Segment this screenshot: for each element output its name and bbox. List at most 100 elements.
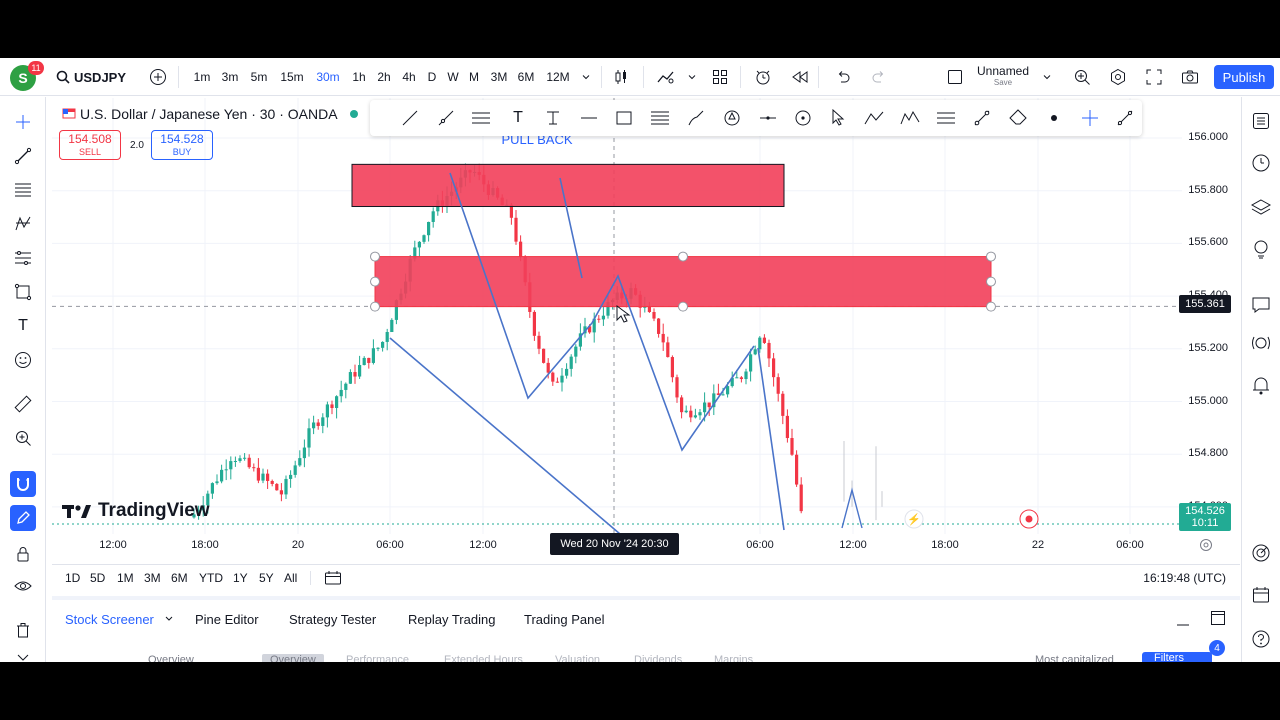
symbol-search[interactable]: USDJPY xyxy=(56,66,126,88)
tab-stock-screener[interactable]: Stock Screener xyxy=(65,612,154,627)
streams-icon[interactable] xyxy=(1249,331,1273,355)
chevron-down-icon[interactable] xyxy=(682,67,702,87)
range-5y[interactable]: 5Y xyxy=(259,571,274,585)
buy-button[interactable]: 154.528 BUY xyxy=(151,130,213,160)
utc-clock[interactable]: 16:19:48 (UTC) xyxy=(1143,571,1226,585)
subtab-overview[interactable]: Overview xyxy=(262,654,324,662)
anchored-text-icon[interactable] xyxy=(543,108,563,128)
brush-icon[interactable] xyxy=(686,108,706,128)
magnet-icon[interactable] xyxy=(10,471,36,497)
text-tool-icon[interactable]: T xyxy=(508,108,528,128)
lines-menu-icon[interactable] xyxy=(936,108,956,128)
rectangle-icon[interactable] xyxy=(614,108,634,128)
quick-search-icon[interactable] xyxy=(1072,67,1092,87)
pattern-icon[interactable] xyxy=(10,211,36,237)
range-5d[interactable]: 5D xyxy=(90,571,105,585)
timeframe-3m[interactable]: 3m xyxy=(220,67,240,87)
crosshair-tool-icon[interactable] xyxy=(1080,108,1100,128)
chevron-down-icon[interactable] xyxy=(10,645,36,662)
settings-icon[interactable] xyxy=(1108,67,1128,87)
range-1m[interactable]: 1M xyxy=(117,571,134,585)
publish-button[interactable]: Publish xyxy=(1214,65,1274,89)
sort-select[interactable]: Most capitalized xyxy=(1035,654,1114,662)
timeframe-d[interactable]: D xyxy=(425,67,439,87)
forecast-icon[interactable] xyxy=(10,245,36,271)
undo-icon[interactable] xyxy=(833,67,853,87)
alert-clock-icon[interactable] xyxy=(753,67,773,87)
timeframe-3m-month[interactable]: 3M xyxy=(488,67,510,87)
tab-pine-editor[interactable]: Pine Editor xyxy=(195,612,259,627)
timeframe-6m-month[interactable]: 6M xyxy=(515,67,537,87)
trash-icon[interactable] xyxy=(10,617,36,643)
layers-icon[interactable] xyxy=(1249,195,1273,219)
watchlist-icon[interactable] xyxy=(1249,109,1273,133)
draw-line-icon[interactable] xyxy=(1115,108,1135,128)
replay-icon[interactable] xyxy=(790,67,810,87)
circle-tool-icon[interactable] xyxy=(793,108,813,128)
timeframe-30m[interactable]: 30m xyxy=(315,67,341,87)
subtab-performance[interactable]: Performance xyxy=(346,654,409,662)
camera-icon[interactable] xyxy=(1180,67,1200,87)
subtab-extended-hours[interactable]: Extended Hours xyxy=(444,654,523,662)
long-position-icon[interactable] xyxy=(722,108,742,128)
candle-type-icon[interactable] xyxy=(611,67,631,87)
timeframe-5m[interactable]: 5m xyxy=(249,67,269,87)
time-axis-settings-icon[interactable] xyxy=(1199,538,1213,555)
chevron-down-icon[interactable] xyxy=(576,67,596,87)
maximize-icon[interactable] xyxy=(1210,610,1226,629)
fullscreen-icon[interactable] xyxy=(1144,67,1164,87)
price-chart[interactable]: PULL BACK⚡ xyxy=(52,98,1182,558)
timeframe-12m[interactable]: 12M xyxy=(544,67,572,87)
ideas-icon[interactable] xyxy=(1249,237,1273,261)
tab-strategy-tester[interactable]: Strategy Tester xyxy=(289,612,376,627)
layout-checkbox-icon[interactable] xyxy=(945,67,965,87)
timeframe-15m[interactable]: 15m xyxy=(279,67,305,87)
timeframe-1m[interactable]: 1m xyxy=(192,67,212,87)
target-icon[interactable] xyxy=(1249,541,1273,565)
sell-button[interactable]: 154.508 SELL xyxy=(59,130,121,160)
ruler-icon[interactable] xyxy=(10,391,36,417)
trend-line-icon[interactable] xyxy=(400,108,420,128)
notifications-bell-icon[interactable] xyxy=(1249,373,1273,397)
measure-icon[interactable] xyxy=(972,108,992,128)
stay-in-drawing-mode-icon[interactable] xyxy=(10,505,36,531)
subtab-dividends[interactable]: Dividends xyxy=(634,654,682,662)
indicators-icon[interactable] xyxy=(656,67,676,87)
range-ytd[interactable]: YTD xyxy=(199,571,223,585)
chevron-down-icon[interactable] xyxy=(164,613,174,627)
elliott-wave-icon[interactable] xyxy=(900,108,920,128)
timeframe-m[interactable]: M xyxy=(467,67,481,87)
range-all[interactable]: All xyxy=(284,571,297,585)
alerts-clock-icon[interactable] xyxy=(1249,151,1273,175)
chevron-down-icon[interactable] xyxy=(1037,67,1057,87)
range-6m[interactable]: 6M xyxy=(171,571,188,585)
crosshair-icon[interactable] xyxy=(10,109,36,135)
range-1d[interactable]: 1D xyxy=(65,571,80,585)
redo-icon[interactable] xyxy=(869,67,889,87)
chat-icon[interactable] xyxy=(1249,293,1273,317)
tab-trading-panel[interactable]: Trading Panel xyxy=(524,612,604,627)
fib-icon[interactable] xyxy=(650,108,670,128)
templates-icon[interactable] xyxy=(710,67,730,87)
arrow-line-icon[interactable] xyxy=(758,108,778,128)
minimize-icon[interactable] xyxy=(1176,616,1190,630)
horizontal-line-icon[interactable] xyxy=(579,108,599,128)
range-1y[interactable]: 1Y xyxy=(233,571,248,585)
eraser-icon[interactable] xyxy=(1008,108,1028,128)
subtab-margins[interactable]: Margins xyxy=(714,654,753,662)
dot-icon[interactable] xyxy=(1044,108,1064,128)
timeframe-2h[interactable]: 2h xyxy=(375,67,393,87)
timeframe-1h[interactable]: 1h xyxy=(350,67,368,87)
parallel-channel-icon[interactable] xyxy=(471,108,491,128)
path-icon[interactable] xyxy=(864,108,884,128)
shapes-icon[interactable] xyxy=(10,279,36,305)
subtab-valuation[interactable]: Valuation xyxy=(555,654,600,662)
fib-retracement-icon[interactable] xyxy=(10,177,36,203)
calendar-icon[interactable] xyxy=(1249,583,1273,607)
go-to-date-icon[interactable] xyxy=(324,570,342,589)
help-icon[interactable] xyxy=(1249,627,1273,651)
timeframe-4h[interactable]: 4h xyxy=(400,67,418,87)
lock-icon[interactable] xyxy=(10,541,36,567)
add-symbol-icon[interactable] xyxy=(148,67,168,87)
layout-name[interactable]: Unnamed Save xyxy=(977,64,1029,87)
